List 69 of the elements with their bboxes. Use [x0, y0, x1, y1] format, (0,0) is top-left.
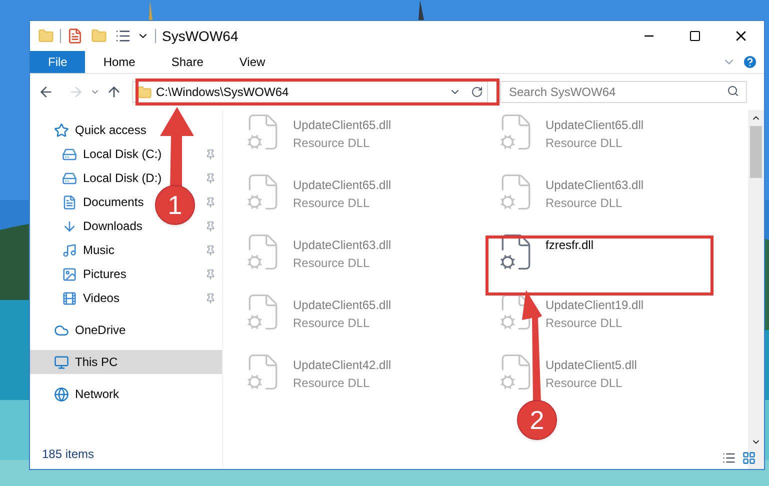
scrollbar[interactable]: [748, 110, 764, 469]
file-name[interactable]: UpdateClient19.dll: [546, 296, 644, 314]
film-icon: [62, 290, 77, 306]
search-field[interactable]: Search SysWOW64: [500, 81, 747, 103]
scrollbar-thumb[interactable]: [750, 126, 762, 178]
help-icon[interactable]: [742, 54, 758, 70]
address-text: C:\Windows\SysWOW64: [156, 84, 289, 101]
ribbon-tab[interactable]: Home: [85, 51, 154, 73]
file-name[interactable]: UpdateClient63.dll: [293, 236, 392, 254]
file-type: Resource DLL: [293, 135, 371, 152]
pin-icon[interactable]: [205, 148, 216, 160]
sidebar-item[interactable]: Network: [30, 382, 222, 406]
pin-icon[interactable]: [205, 292, 216, 304]
ribbon-tab[interactable]: View: [221, 51, 284, 73]
star-icon: [54, 122, 69, 138]
item-count: 185 items: [42, 446, 96, 463]
file-name[interactable]: UpdateClient65.dll: [293, 296, 392, 314]
ribbon-tab[interactable]: File: [30, 51, 86, 73]
monitor-icon: [54, 354, 69, 370]
globe-icon: [54, 386, 69, 402]
download-icon: [62, 218, 77, 234]
pin-icon[interactable]: [205, 220, 216, 232]
pin-icon[interactable]: [205, 196, 216, 208]
sidebar-item[interactable]: OneDrive: [30, 318, 222, 342]
file-type: Resource DLL: [293, 315, 371, 332]
file-type: Resource DLL: [546, 135, 624, 152]
file-type: Resource DLL: [546, 375, 624, 392]
details-view-icon[interactable]: [722, 451, 736, 465]
file-name[interactable]: UpdateClient65.dll: [546, 116, 644, 134]
back-icon[interactable]: [38, 84, 54, 100]
file-name[interactable]: UpdateClient42.dll: [293, 356, 392, 374]
search-icon[interactable]: [727, 85, 739, 97]
drive-icon: [62, 170, 77, 186]
list-icon[interactable]: [115, 28, 131, 44]
drive-icon: [62, 146, 77, 162]
file-type: Resource DLL: [293, 375, 371, 392]
sidebar-item[interactable]: Videos: [30, 286, 122, 310]
pin-icon[interactable]: [205, 268, 216, 280]
sidebar-item[interactable]: Local Disk (C:): [30, 142, 164, 166]
file-type: Resource DLL: [546, 195, 624, 212]
file-name[interactable]: UpdateClient65.dll: [293, 116, 392, 134]
window-title: SysWOW64: [162, 26, 238, 46]
folder-icon: [137, 84, 152, 100]
ribbon-tab[interactable]: Share: [153, 51, 222, 73]
sidebar-item[interactable]: Documents: [30, 190, 146, 214]
document-icon: [62, 194, 77, 210]
maximize-icon: [689, 30, 701, 42]
properties-icon[interactable]: [67, 28, 83, 44]
file-type: Resource DLL: [293, 255, 371, 272]
music-note-icon: [62, 242, 77, 258]
file-type: Resource DLL: [293, 195, 371, 212]
file-name[interactable]: fzresfr.dll: [546, 236, 594, 254]
cloud-icon: [54, 322, 69, 338]
file-name[interactable]: UpdateClient63.dll: [546, 176, 644, 194]
address-field[interactable]: C:\Windows\SysWOW64: [132, 81, 488, 103]
sidebar-item[interactable]: Pictures: [30, 262, 128, 286]
pin-icon[interactable]: [205, 172, 216, 184]
up-icon[interactable]: [106, 84, 122, 100]
sidebar-item[interactable]: Downloads: [30, 214, 144, 238]
file-name[interactable]: UpdateClient5.dll: [546, 356, 637, 374]
picture-icon: [62, 266, 77, 282]
sidebar-item[interactable]: Music: [30, 238, 116, 262]
large-icons-view-icon[interactable]: [742, 451, 756, 465]
sidebar-item[interactable]: This PC: [30, 350, 222, 374]
refresh-icon[interactable]: [471, 86, 483, 98]
file-name[interactable]: UpdateClient65.dll: [293, 176, 392, 194]
sidebar-item[interactable]: Quick access: [30, 118, 222, 142]
pin-icon[interactable]: [205, 244, 216, 256]
file-type: Resource DLL: [546, 315, 624, 332]
